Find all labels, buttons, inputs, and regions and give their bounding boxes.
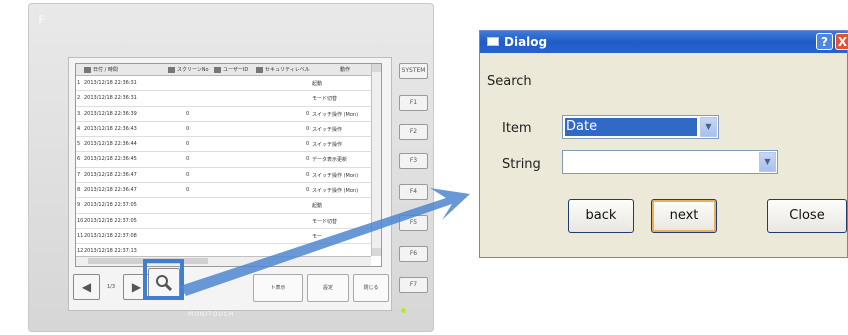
dialog-titlebar[interactable]: Dialog ? X [480, 31, 848, 53]
string-label: String [502, 157, 541, 172]
item-select-value: Date [565, 118, 697, 136]
next-button[interactable]: next [651, 199, 717, 233]
search-dialog: Dialog ? X Search Item Date ▼ String ▼ b… [479, 30, 848, 258]
close-window-button[interactable]: X [835, 33, 848, 50]
string-input-value [565, 153, 756, 171]
help-button[interactable]: ? [816, 33, 833, 50]
back-button[interactable]: back [568, 199, 634, 233]
item-select[interactable]: Date ▼ [562, 115, 719, 139]
dialog-title: Dialog [504, 35, 548, 49]
chevron-down-icon[interactable]: ▼ [700, 117, 717, 137]
close-button[interactable]: Close [767, 199, 847, 233]
chevron-down-icon[interactable]: ▼ [759, 152, 776, 172]
item-label: Item [502, 121, 532, 136]
window-icon [487, 37, 499, 46]
dialog-heading: Search [487, 74, 532, 89]
string-input[interactable]: ▼ [562, 150, 778, 174]
